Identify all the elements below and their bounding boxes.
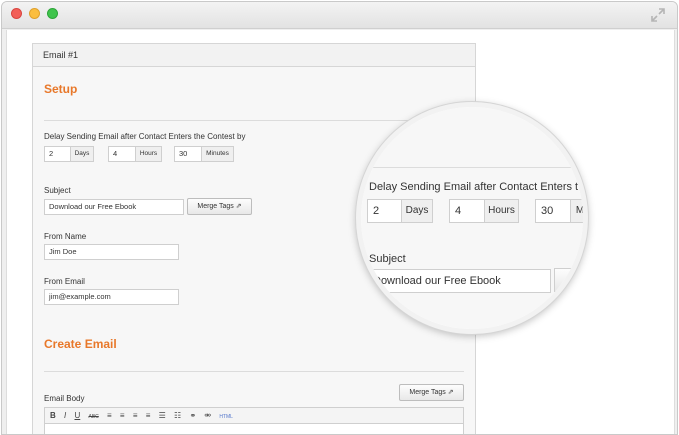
unlink-icon[interactable]: ⚮ bbox=[204, 411, 211, 420]
align-left-icon[interactable]: ≡ bbox=[107, 411, 112, 420]
merge-tags-button[interactable]: Merge Tags ⇗ bbox=[187, 198, 252, 215]
minutes-unit: Minutes bbox=[201, 146, 234, 162]
magnified-view: Delay Sending Email after Contact Enters… bbox=[361, 107, 583, 329]
divider bbox=[361, 167, 583, 168]
magnified-merge-tags-button bbox=[554, 268, 583, 292]
magnified-subject-input: Download our Free Ebook bbox=[367, 269, 551, 293]
link-icon[interactable]: ⚭ bbox=[189, 411, 196, 420]
editor-toolbar: B I U ABC ≡ ≡ ≡ ≡ ☰ ☷ ⚭ ⚮ HTML bbox=[44, 407, 464, 424]
from-email-label: From Email bbox=[44, 277, 85, 286]
setup-heading: Setup bbox=[44, 82, 78, 96]
hours-unit: Hours bbox=[135, 146, 162, 162]
merge-tags-label: Merge Tags bbox=[409, 389, 446, 396]
close-window-button[interactable] bbox=[11, 8, 22, 19]
magnified-hours-input: 4 bbox=[449, 199, 485, 223]
divider bbox=[44, 371, 464, 372]
delay-hours-input[interactable]: 4 bbox=[108, 146, 136, 162]
email-body-label: Email Body bbox=[44, 394, 85, 403]
bullet-list-icon[interactable]: ☰ bbox=[159, 411, 166, 420]
external-link-icon: ⇗ bbox=[447, 389, 454, 396]
underline-button[interactable]: U bbox=[74, 411, 80, 420]
magnified-subject-label: Subject bbox=[369, 253, 406, 265]
subject-input[interactable]: Download our Free Ebook bbox=[44, 199, 184, 215]
justify-icon[interactable]: ≡ bbox=[146, 411, 151, 420]
delay-minutes-input[interactable]: 30 bbox=[174, 146, 202, 162]
from-name-input[interactable]: Jim Doe bbox=[44, 244, 179, 260]
days-unit: Days bbox=[70, 146, 94, 162]
minimize-window-button[interactable] bbox=[29, 8, 40, 19]
align-center-icon[interactable]: ≡ bbox=[120, 411, 125, 420]
italic-button[interactable]: I bbox=[64, 411, 66, 420]
from-name-label: From Name bbox=[44, 232, 87, 241]
expand-icon[interactable] bbox=[651, 8, 665, 22]
window-titlebar bbox=[2, 2, 677, 29]
bold-button[interactable]: B bbox=[50, 411, 56, 420]
html-source-button[interactable]: HTML bbox=[219, 414, 233, 420]
numbered-list-icon[interactable]: ☷ bbox=[174, 411, 181, 420]
subject-label: Subject bbox=[44, 186, 71, 195]
body-merge-tags-button[interactable]: Merge Tags ⇗ bbox=[399, 384, 464, 401]
email-body-editor[interactable] bbox=[44, 424, 464, 434]
delay-label: Delay Sending Email after Contact Enters… bbox=[44, 132, 246, 141]
panel-title: Email #1 bbox=[33, 44, 475, 67]
strikethrough-button[interactable]: ABC bbox=[89, 414, 99, 420]
external-link-icon: ⇗ bbox=[235, 203, 242, 210]
magnified-minutes-input: 30 bbox=[535, 199, 571, 223]
maximize-window-button[interactable] bbox=[47, 8, 58, 19]
magnified-minutes-unit: M bbox=[570, 199, 583, 223]
magnified-hours-unit: Hours bbox=[484, 199, 519, 223]
align-right-icon[interactable]: ≡ bbox=[133, 411, 138, 420]
magnified-days-unit: Days bbox=[401, 199, 433, 223]
magnified-delay-label: Delay Sending Email after Contact Enters… bbox=[369, 181, 579, 193]
create-email-heading: Create Email bbox=[44, 337, 117, 351]
from-email-input[interactable]: jim@example.com bbox=[44, 289, 179, 305]
merge-tags-label: Merge Tags bbox=[197, 203, 234, 210]
magnified-days-input: 2 bbox=[367, 199, 402, 223]
delay-days-input[interactable]: 2 bbox=[44, 146, 71, 162]
magnifier-lens: Delay Sending Email after Contact Enters… bbox=[356, 102, 588, 334]
